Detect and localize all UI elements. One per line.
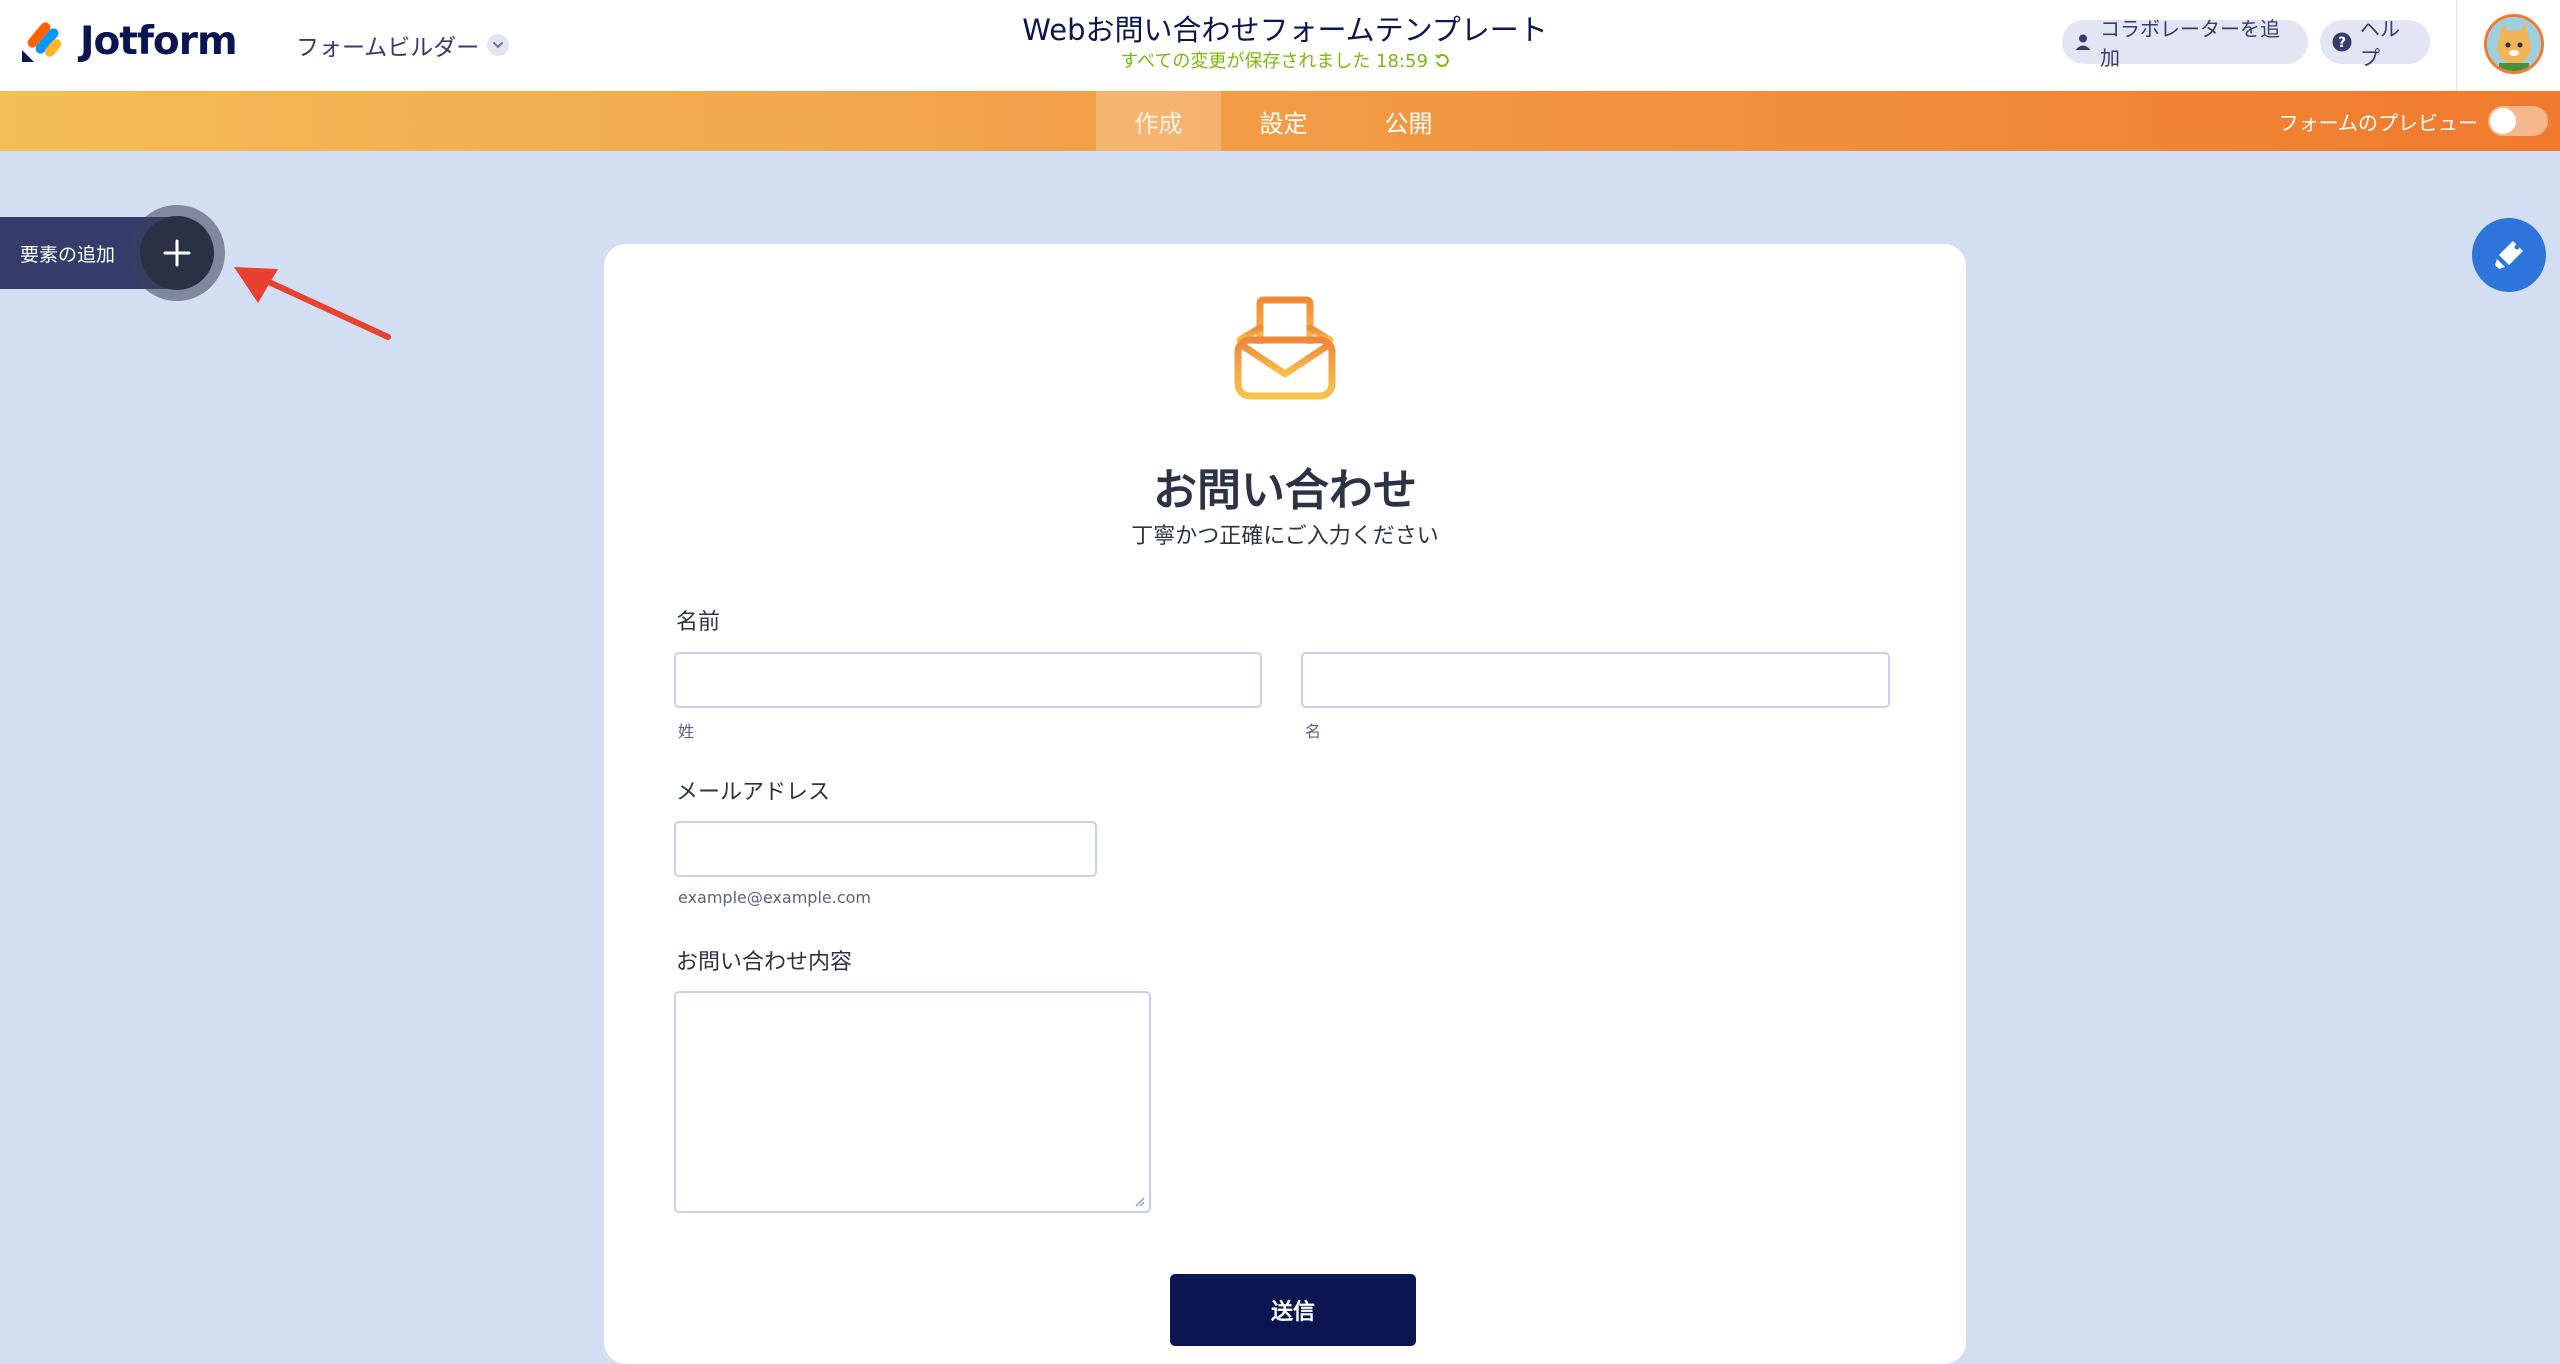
name-label[interactable]: 名前 [676,604,720,636]
plus-icon [163,239,191,267]
paint-roller-icon [2495,241,2523,269]
form-preview-toggle[interactable] [2488,106,2548,136]
message-textarea[interactable] [674,991,1151,1213]
save-status: すべての変更が保存されました 18:59 [900,50,1670,74]
form-card: お問い合わせ 丁寧かつ正確にご入力ください 名前 姓 名 メールアドレス exa… [604,244,1966,1364]
builder-nav-bar: 作成 設定 公開 フォームのプレビュー [0,91,2560,151]
email-field[interactable] [674,821,1097,877]
jotform-logo[interactable]: Jotform [20,18,238,64]
annotation-arrow-icon [234,267,391,340]
last-name-field[interactable] [674,652,1262,708]
submit-button[interactable]: 送信 [1170,1274,1416,1346]
toggle-knob [2490,108,2516,134]
email-sublabel: example@example.com [678,888,871,907]
resize-grip-icon[interactable] [1133,1195,1145,1207]
help-button[interactable]: ? ヘルプ [2320,17,2430,70]
history-icon[interactable] [1434,53,1450,69]
tab-create[interactable]: 作成 [1096,91,1221,151]
form-heading[interactable]: お問い合わせ [604,454,1966,518]
form-designer-button[interactable] [2472,218,2546,292]
add-element-label: 要素の追加 [20,243,116,266]
add-element-button-inner [140,216,214,290]
help-icon: ? [2332,32,2352,52]
logo-text: Jotform [80,18,238,64]
add-collaborator-button[interactable]: コラボレーターを追加 [2062,17,2308,70]
tab-publish[interactable]: 公開 [1346,91,1471,151]
top-bar: Jotform フォームビルダー Webお問い合わせフォームテンプレート すべて… [0,0,2560,92]
header-divider [2456,0,2457,91]
envelope-icon [1234,296,1336,400]
user-avatar[interactable] [2484,14,2544,74]
svg-text:?: ? [2338,35,2346,51]
help-label: ヘルプ [2360,17,2400,70]
first-name-field[interactable] [1301,652,1890,708]
chevron-down-icon [487,34,510,56]
form-subheading[interactable]: 丁寧かつ正確にご入力ください [604,518,1966,550]
form-title-block: Webお問い合わせフォームテンプレート すべての変更が保存されました 18:59 [900,10,1670,74]
form-preview-control: フォームのプレビュー [2279,91,2548,151]
jotform-logo-icon [22,22,62,62]
add-collaborator-label: コラボレーターを追加 [2100,17,2280,70]
tab-settings[interactable]: 設定 [1221,91,1346,151]
last-name-sublabel: 姓 [678,722,695,741]
form-title[interactable]: Webお問い合わせフォームテンプレート [900,10,1670,50]
add-element-button[interactable] [129,205,225,301]
avatar-icon [2487,17,2541,71]
form-preview-label: フォームのプレビュー [2278,110,2478,135]
save-status-text: すべての変更が保存されました 18:59 [1120,51,1428,72]
user-icon [2074,33,2092,51]
builder-label: フォームビルダー [296,35,480,61]
form-builder-dropdown[interactable]: フォームビルダー [296,28,510,62]
first-name-sublabel: 名 [1305,722,1322,741]
email-label[interactable]: メールアドレス [676,774,830,806]
message-label[interactable]: お問い合わせ内容 [676,944,852,976]
